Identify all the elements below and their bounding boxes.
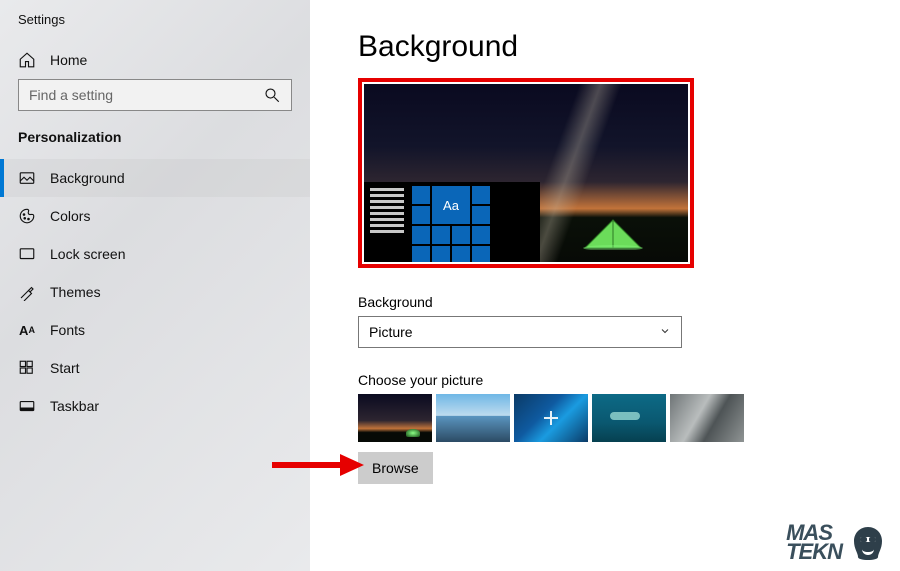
picture-thumbnails xyxy=(358,394,900,442)
sidebar-item-label: Lock screen xyxy=(50,246,125,262)
sidebar-item-label: Start xyxy=(50,360,80,376)
sidebar-item-label: Colors xyxy=(50,208,90,224)
picture-icon xyxy=(18,169,36,187)
start-icon xyxy=(18,359,36,377)
sidebar-item-colors[interactable]: Colors xyxy=(0,197,310,235)
annotation-arrow xyxy=(270,450,365,480)
sidebar-item-lockscreen[interactable]: Lock screen xyxy=(0,235,310,273)
browse-button[interactable]: Browse xyxy=(358,452,433,484)
lockscreen-icon xyxy=(18,245,36,263)
watermark-text: MAS TEKN xyxy=(786,524,842,561)
sidebar-item-label: Fonts xyxy=(50,322,85,338)
watermark-face-icon xyxy=(848,523,888,563)
chevron-down-icon xyxy=(659,324,671,340)
section-label: Personalization xyxy=(0,125,310,159)
picture-thumbnail-4[interactable] xyxy=(592,394,666,442)
search-icon xyxy=(263,86,281,104)
sidebar-item-label: Home xyxy=(50,52,87,68)
sidebar-item-label: Themes xyxy=(50,284,101,300)
preview-tile-grid: Aa xyxy=(412,186,490,262)
preview-sample-text: Aa xyxy=(432,186,470,224)
page-title: Background xyxy=(358,30,900,64)
palette-icon xyxy=(18,207,36,225)
search-wrap: Find a setting xyxy=(18,79,292,111)
preview-start-menu: Aa xyxy=(364,182,540,262)
sidebar-item-fonts[interactable]: AA Fonts xyxy=(0,311,310,349)
preview-tent xyxy=(583,216,643,250)
preview-menu-list xyxy=(370,188,404,233)
sidebar-item-home[interactable]: Home xyxy=(0,41,310,79)
sidebar-item-taskbar[interactable]: Taskbar xyxy=(0,387,310,425)
picture-thumbnail-3[interactable] xyxy=(514,394,588,442)
sidebar-item-background[interactable]: Background xyxy=(0,159,310,197)
fonts-icon: AA xyxy=(18,321,36,339)
sidebar-item-label: Background xyxy=(50,170,125,186)
sidebar-item-label: Taskbar xyxy=(50,398,99,414)
sidebar: Settings Home Find a setting Personaliza… xyxy=(0,0,310,571)
picture-thumbnail-1[interactable] xyxy=(358,394,432,442)
search-input[interactable]: Find a setting xyxy=(18,79,292,111)
settings-app: Settings Home Find a setting Personaliza… xyxy=(0,0,900,571)
sidebar-item-start[interactable]: Start xyxy=(0,349,310,387)
select-value: Picture xyxy=(369,324,413,340)
background-type-select[interactable]: Picture xyxy=(358,316,682,348)
background-preview: Aa xyxy=(364,84,688,262)
background-dropdown-label: Background xyxy=(358,294,900,310)
preview-highlight-frame: Aa xyxy=(358,78,694,268)
window-title: Settings xyxy=(0,12,310,41)
picture-thumbnail-2[interactable] xyxy=(436,394,510,442)
themes-icon xyxy=(18,283,36,301)
search-placeholder: Find a setting xyxy=(29,87,113,103)
picture-thumbnail-5[interactable] xyxy=(670,394,744,442)
main-content: Background Aa xyxy=(310,0,900,571)
home-icon xyxy=(18,51,36,69)
watermark: MAS TEKN xyxy=(786,523,888,563)
taskbar-icon xyxy=(18,397,36,415)
sidebar-item-themes[interactable]: Themes xyxy=(0,273,310,311)
choose-picture-label: Choose your picture xyxy=(358,372,900,388)
